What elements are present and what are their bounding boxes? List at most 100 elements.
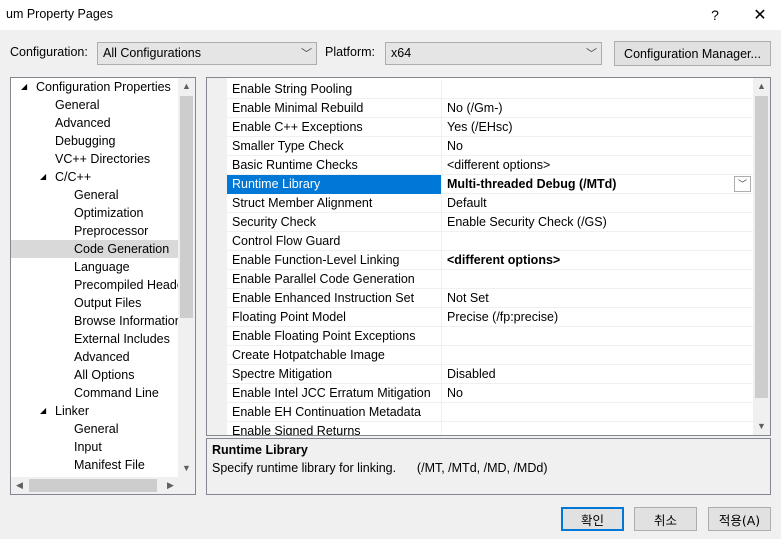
tree-item[interactable]: Code Generation [11,240,179,258]
scroll-thumb[interactable] [180,96,193,318]
expand-triangle-icon[interactable]: ◢ [40,402,46,420]
tree-item[interactable]: Preprocessor [11,222,179,240]
property-row[interactable]: Floating Point Model Precise (/fp:precise… [227,308,753,327]
scroll-right-icon[interactable]: ▶ [162,477,179,494]
scroll-thumb[interactable] [29,479,157,492]
property-value[interactable] [443,270,753,289]
scroll-up-icon[interactable]: ▲ [178,78,195,95]
property-grid: Enable String Pooling Enable Minimal Rebu… [206,77,771,436]
scroll-down-icon[interactable]: ▼ [178,460,195,477]
tree-horizontal-scrollbar[interactable]: ◀ ▶ [11,477,179,494]
property-value[interactable]: Yes (/EHsc) [443,118,753,137]
property-value[interactable]: Multi-threaded Debug (/MTd) [443,175,753,194]
scroll-up-icon[interactable]: ▲ [753,78,770,95]
property-value[interactable]: Not Set [443,289,753,308]
tree-item[interactable]: Advanced [11,348,179,366]
property-tree[interactable]: ◢ Configuration Properties General Advanced… [10,77,196,495]
tree-item[interactable]: General [11,96,179,114]
property-value[interactable]: No [443,137,753,156]
property-row[interactable]: Runtime Library Multi-threaded Debug (/MT… [227,175,753,194]
property-value[interactable] [443,80,753,99]
cancel-button[interactable]: 취소 [634,507,697,531]
tree-item[interactable]: Input [11,438,179,456]
property-value[interactable]: Precise (/fp:precise) [443,308,753,327]
tree-item[interactable]: ◢ Configuration Properties [11,78,179,96]
property-value[interactable] [443,346,753,365]
property-name: Enable Minimal Rebuild [227,99,442,118]
property-row[interactable]: Struct Member Alignment Default [227,194,753,213]
property-value[interactable] [443,422,753,435]
property-row[interactable]: Enable Floating Point Exceptions [227,327,753,346]
property-row[interactable]: Create Hotpatchable Image [227,346,753,365]
tree-item[interactable]: Manifest File [11,456,179,474]
tree-item-label: Optimization [74,206,144,220]
property-value[interactable]: <different options> [443,156,753,175]
dropdown-arrow-icon[interactable]: ﹀ [734,176,751,192]
tree-item[interactable]: Precompiled Heade [11,276,179,294]
apply-button[interactable]: 적용(A) [708,507,771,531]
help-button[interactable]: ? [695,0,735,30]
tree-item[interactable]: Command Line [11,384,179,402]
property-row[interactable]: Enable Parallel Code Generation [227,270,753,289]
tree-item[interactable]: General [11,420,179,438]
property-row[interactable]: Spectre Mitigation Disabled [227,365,753,384]
tree-item[interactable]: Advanced [11,114,179,132]
tree-item[interactable]: Debugging [11,132,179,150]
platform-dropdown[interactable]: x64 ﹀ [385,42,602,65]
property-name: Struct Member Alignment [227,194,442,213]
grid-gutter [207,78,227,435]
tree-item-label: C/C++ [55,170,92,184]
configuration-manager-button[interactable]: Configuration Manager... [614,41,771,66]
property-row[interactable]: Basic Runtime Checks <different options> [227,156,753,175]
property-name: Enable EH Continuation Metadata [227,403,442,422]
tree-item[interactable]: External Includes [11,330,179,348]
description-panel: Runtime Library Specify runtime library … [206,438,771,495]
property-row[interactable]: Enable Signed Returns [227,422,753,435]
property-row[interactable]: Enable Function-Level Linking <different … [227,251,753,270]
property-value[interactable]: <different options> [443,251,753,270]
property-name: Enable String Pooling [227,80,442,99]
tree-item[interactable]: ◢ Linker [11,402,179,420]
close-button[interactable]: ✕ [740,0,780,30]
property-row[interactable]: Control Flow Guard [227,232,753,251]
grid-vertical-scrollbar[interactable]: ▲ ▼ [753,78,770,435]
property-row[interactable]: Enable Enhanced Instruction Set Not Set [227,289,753,308]
tree-item[interactable]: Optimization [11,204,179,222]
tree-item[interactable]: All Options [11,366,179,384]
property-row[interactable]: Enable C++ Exceptions Yes (/EHsc) [227,118,753,137]
property-row[interactable]: Enable EH Continuation Metadata [227,403,753,422]
tree-item[interactable]: Output Files [11,294,179,312]
property-row[interactable]: Enable String Pooling [227,80,753,99]
tree-item-label: Language [74,260,130,274]
ok-button[interactable]: 확인 [561,507,624,531]
description-text: Specify runtime library for linking. (/M… [212,461,548,475]
tree-item[interactable]: Language [11,258,179,276]
property-value[interactable]: No (/Gm-) [443,99,753,118]
property-value[interactable]: No [443,384,753,403]
tree-item[interactable]: VC++ Directories [11,150,179,168]
property-value[interactable]: Default [443,194,753,213]
scroll-thumb[interactable] [755,96,768,398]
scroll-down-icon[interactable]: ▼ [753,418,770,435]
property-value[interactable] [443,403,753,422]
property-value[interactable] [443,232,753,251]
property-row[interactable]: Enable Intel JCC Erratum Mitigation No [227,384,753,403]
tree-item-label: Precompiled Heade [74,278,179,292]
property-value[interactable]: Enable Security Check (/GS) [443,213,753,232]
tree-item-label: Configuration Properties [36,80,171,94]
expand-triangle-icon[interactable]: ◢ [21,78,27,96]
property-row[interactable]: Security Check Enable Security Check (/GS… [227,213,753,232]
scroll-left-icon[interactable]: ◀ [11,477,28,494]
property-row[interactable]: Smaller Type Check No [227,137,753,156]
tree-vertical-scrollbar[interactable]: ▲ ▼ [178,78,195,477]
configuration-dropdown[interactable]: All Configurations ﹀ [97,42,317,65]
property-value[interactable]: Disabled [443,365,753,384]
property-row[interactable]: Enable Minimal Rebuild No (/Gm-) [227,99,753,118]
property-value[interactable] [443,327,753,346]
tree-item-label: External Includes [74,332,170,346]
expand-triangle-icon[interactable]: ◢ [40,168,46,186]
tree-item[interactable]: Browse Informatior [11,312,179,330]
tree-item[interactable]: ◢ C/C++ [11,168,179,186]
tree-item-label: Advanced [55,116,111,130]
tree-item[interactable]: General [11,186,179,204]
